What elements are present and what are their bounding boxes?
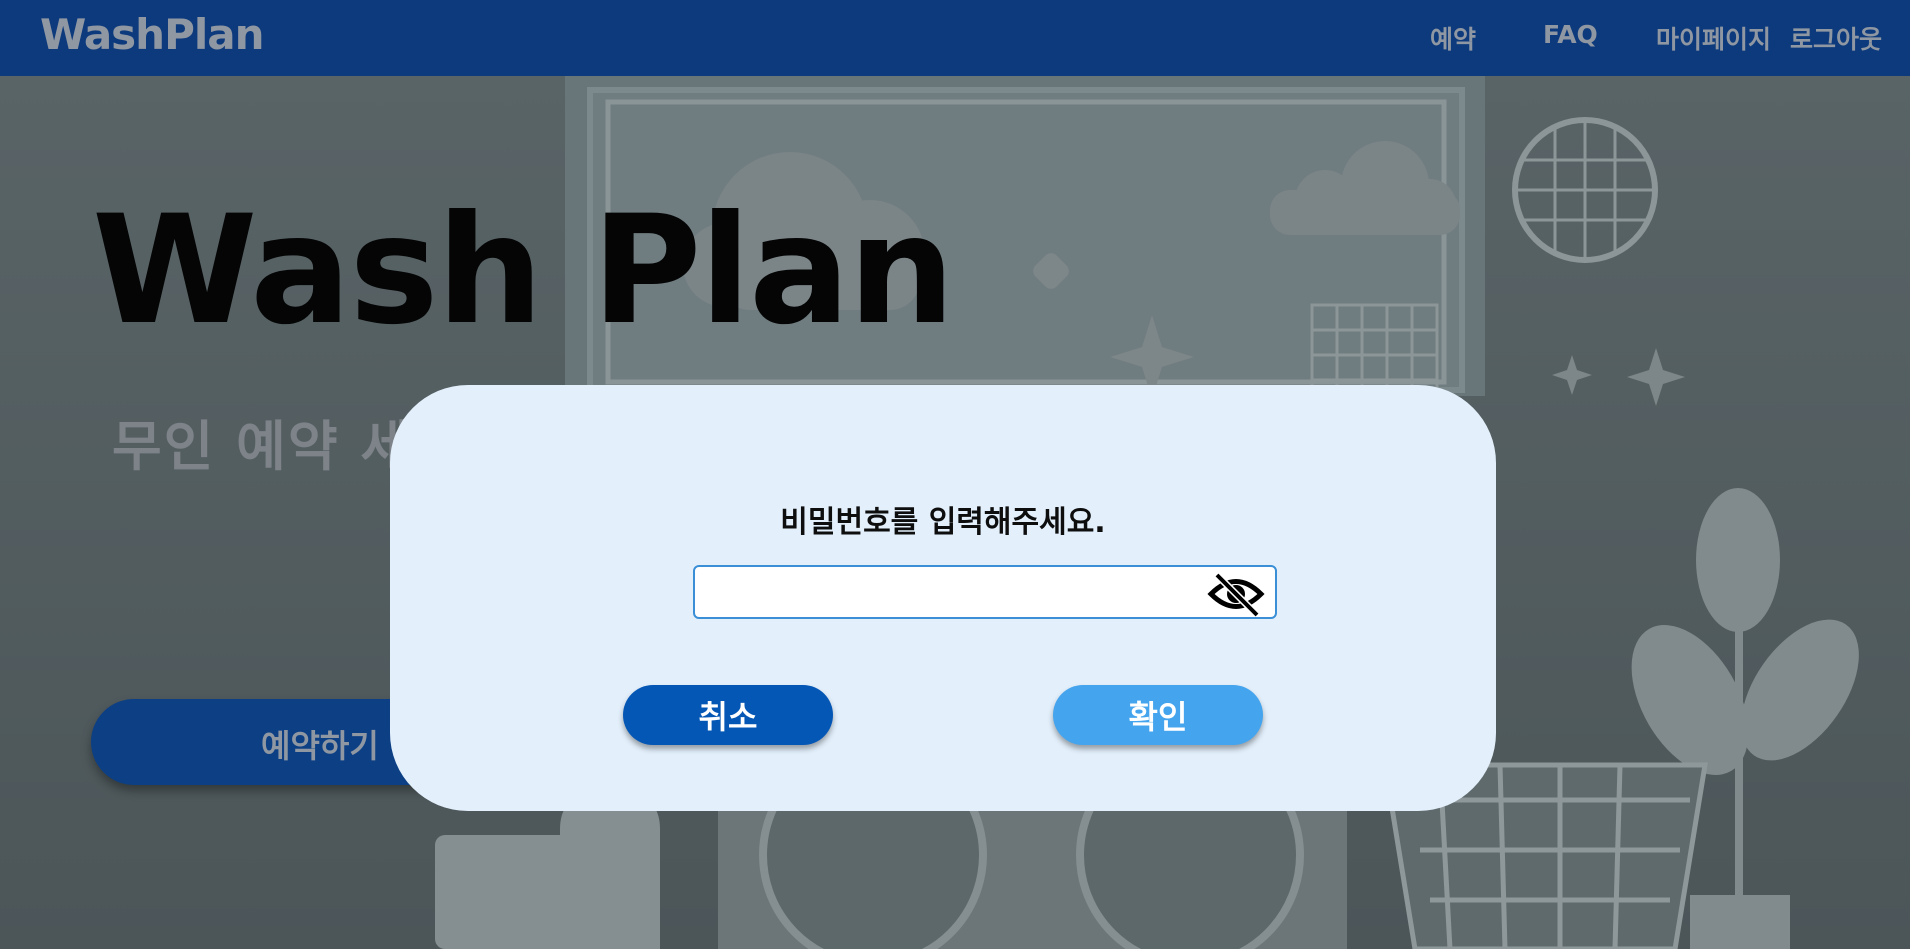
modal-title: 비밀번호를 입력해주세요. bbox=[780, 505, 1106, 540]
password-modal: 비밀번호를 입력해주세요. 취소 확인 bbox=[390, 385, 1496, 811]
nav-reserve-link[interactable]: 예약 bbox=[1430, 20, 1476, 56]
hero-subtitle: 무인 예약 세 bbox=[112, 415, 412, 478]
nav-faq-link[interactable]: FAQ bbox=[1543, 20, 1598, 49]
password-input[interactable] bbox=[705, 573, 1185, 613]
nav-logout-link[interactable]: 로그아웃 bbox=[1790, 20, 1882, 56]
hero-title: Wash Plan bbox=[92, 184, 955, 358]
confirm-button[interactable]: 확인 bbox=[1053, 685, 1263, 745]
password-field bbox=[693, 565, 1277, 619]
cancel-button-label: 취소 bbox=[698, 698, 758, 736]
confirm-button-label: 확인 bbox=[1128, 698, 1188, 736]
hero-reserve-button-label: 예약하기 bbox=[261, 727, 379, 765]
nav-mypage-link[interactable]: 마이페이지 bbox=[1656, 20, 1771, 56]
cancel-button[interactable]: 취소 bbox=[623, 685, 833, 745]
site-logo[interactable]: WashPlan bbox=[40, 10, 264, 59]
top-navbar: WashPlan 예약 FAQ 마이페이지 로그아웃 bbox=[0, 0, 1910, 76]
eye-slash-icon[interactable] bbox=[1207, 571, 1265, 618]
